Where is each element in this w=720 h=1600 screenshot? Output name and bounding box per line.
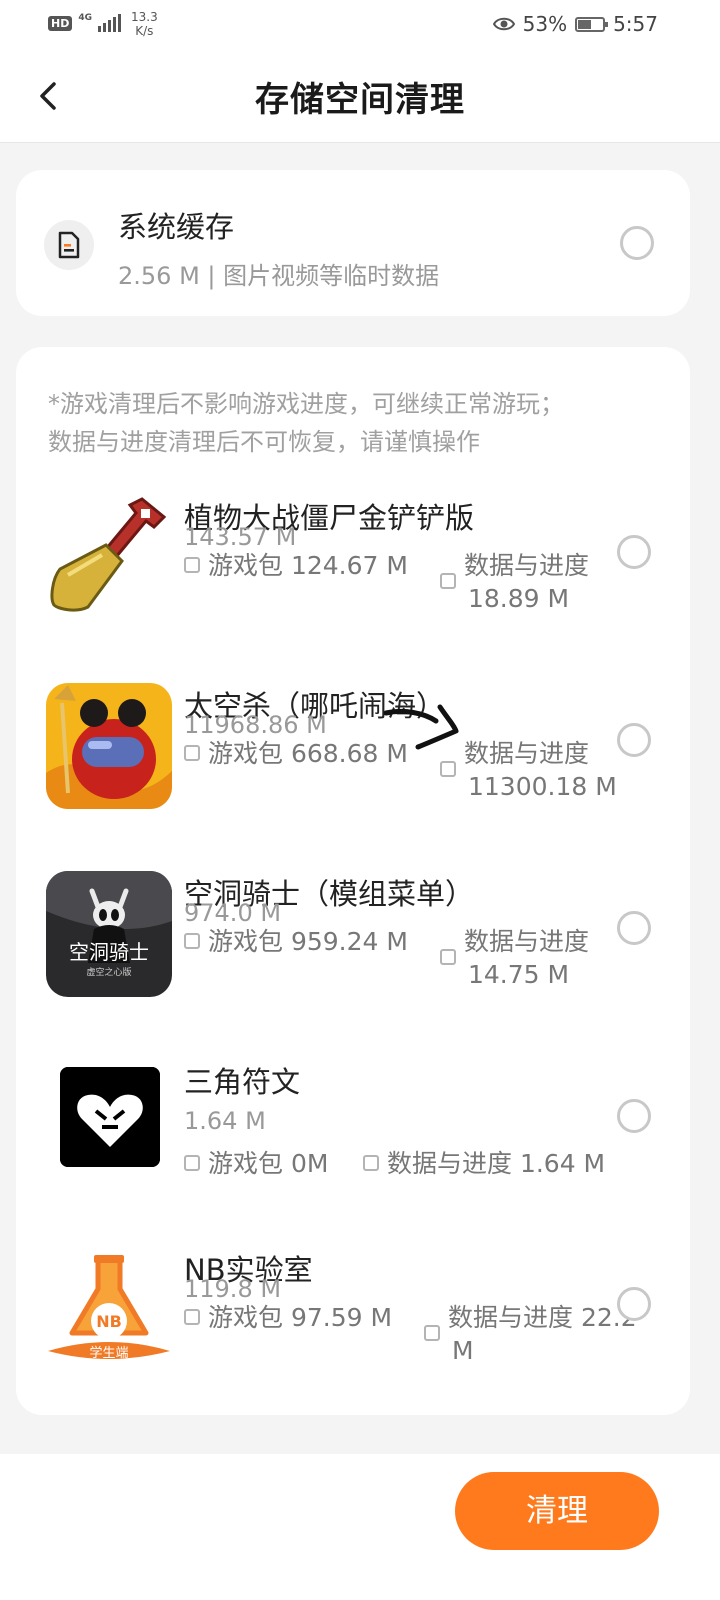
game-total-size: 11968.86 M	[184, 711, 327, 739]
data-size: 11300.18 M	[468, 772, 617, 801]
games-card: *游戏清理后不影响游戏进度，可继续正常游玩； 数据与进度清理后不可恢复，请谨慎操…	[16, 347, 690, 1415]
game-item-pvz: 植物大战僵尸金铲铲版 143.57 M 游戏包 124.67 M 数据与进度 1…	[16, 495, 690, 675]
network-speed: 13.3 K/s	[131, 10, 158, 38]
battery-percent: 53%	[522, 12, 568, 36]
hollow-knight-icon-text: 空洞骑士	[69, 940, 149, 964]
game-total-size: 974.0 M	[184, 899, 282, 927]
data-label: 数据与进度 22.2	[448, 1303, 637, 1332]
battery-icon	[575, 16, 609, 32]
package-checkbox[interactable]	[184, 1155, 200, 1171]
game-package-option[interactable]: 游戏包 0M	[184, 1147, 328, 1180]
hd-badge: HD	[48, 16, 73, 31]
data-size: 18.89 M	[468, 584, 570, 613]
game-package-option[interactable]: 游戏包 97.59 M	[184, 1301, 392, 1334]
data-label: 数据与进度	[464, 927, 590, 956]
flask-icon-text: NB	[96, 1312, 122, 1331]
notice-line-2: 数据与进度清理后不可恢复，请谨慎操作	[48, 428, 480, 456]
game-item-hollow-knight: 空洞骑士 虚空之心版 空洞骑士（模组菜单） 974.0 M 游戏包 959.24…	[16, 871, 690, 1051]
package-label: 游戏包 124.67 M	[208, 551, 408, 580]
game-package-option[interactable]: 游戏包 959.24 M	[184, 925, 408, 958]
network-type: 4G	[78, 13, 92, 23]
game-radio[interactable]	[617, 1287, 651, 1321]
status-right: 53% 5:57	[492, 12, 658, 36]
package-label: 游戏包 959.24 M	[208, 927, 408, 956]
document-icon	[44, 220, 94, 270]
game-data-option[interactable]: 数据与进度 14.75 M	[440, 925, 589, 991]
package-label: 游戏包 97.59 M	[208, 1303, 393, 1332]
data-checkbox[interactable]	[440, 573, 456, 589]
clock: 5:57	[613, 12, 658, 36]
game-data-option[interactable]: 数据与进度 11300.18 M	[440, 737, 617, 803]
page-title: 存储空间清理	[255, 80, 465, 120]
game-item-nb-lab: NB 学生端 NB实验室 119.8 M 游戏包 97.59 M 数据与进度 2…	[16, 1247, 690, 1427]
bottom-bar: 清理	[0, 1454, 720, 1600]
data-size: M	[452, 1336, 474, 1365]
game-data-option[interactable]: 数据与进度 1.64 M	[363, 1147, 605, 1180]
game-radio[interactable]	[617, 911, 651, 945]
game-name: 三角符文	[184, 1065, 301, 1099]
package-checkbox[interactable]	[184, 745, 200, 761]
flask-icon-subtext: 学生端	[89, 1345, 128, 1361]
signal-icon	[98, 14, 121, 32]
flask-icon: NB 学生端	[46, 1247, 172, 1373]
app-header: 存储空间清理	[0, 50, 720, 143]
game-radio[interactable]	[617, 535, 651, 569]
hollow-knight-icon-subtext: 虚空之心版	[86, 966, 131, 978]
system-cache-card[interactable]: 系统缓存 2.56 M | 图片视频等临时数据	[16, 170, 690, 316]
space-crewmate-icon	[46, 683, 172, 809]
cache-radio[interactable]	[620, 226, 654, 260]
pen-annotation	[384, 704, 459, 750]
package-checkbox[interactable]	[184, 933, 200, 949]
cache-subtitle: 2.56 M | 图片视频等临时数据	[118, 262, 440, 290]
package-label: 游戏包 668.68 M	[208, 739, 408, 768]
package-checkbox[interactable]	[184, 1309, 200, 1325]
status-bar: HD 4G 13.3 K/s 53% 5:57	[0, 0, 720, 50]
game-data-option[interactable]: 数据与进度 22.2 M	[424, 1301, 637, 1367]
data-checkbox[interactable]	[363, 1155, 379, 1171]
game-item-space-kill: 太空杀（哪吒闹海） 11968.86 M 游戏包 668.68 M 数据与进度 …	[16, 683, 690, 863]
clean-button[interactable]: 清理	[455, 1472, 659, 1550]
data-label: 数据与进度 1.64 M	[387, 1149, 606, 1178]
data-label: 数据与进度	[464, 551, 590, 580]
game-radio[interactable]	[617, 723, 651, 757]
game-data-option[interactable]: 数据与进度 18.89 M	[440, 549, 589, 615]
game-package-option[interactable]: 游戏包 668.68 M	[184, 737, 408, 770]
speed-value: 13.3	[131, 10, 158, 24]
game-total-size: 119.8 M	[184, 1275, 282, 1303]
data-checkbox[interactable]	[440, 949, 456, 965]
golden-shovel-icon	[46, 495, 172, 621]
game-total-size: 143.57 M	[184, 523, 297, 551]
eye-icon	[492, 17, 515, 31]
game-radio[interactable]	[617, 1099, 651, 1133]
data-size: 14.75 M	[468, 960, 570, 989]
game-item-deltarune: 三角符文 1.64 M 游戏包 0M 数据与进度 1.64 M	[16, 1059, 690, 1239]
data-checkbox[interactable]	[440, 761, 456, 777]
cleanup-notice: *游戏清理后不影响游戏进度，可继续正常游玩； 数据与进度清理后不可恢复，请谨慎操…	[48, 385, 668, 461]
game-package-option[interactable]: 游戏包 124.67 M	[184, 549, 408, 582]
status-left: HD 4G 13.3 K/s	[48, 10, 158, 38]
hollow-knight-icon: 空洞骑士 虚空之心版	[46, 871, 172, 997]
cache-title: 系统缓存	[118, 210, 235, 244]
speed-unit: K/s	[135, 24, 154, 38]
package-label: 游戏包 0M	[208, 1149, 329, 1178]
data-checkbox[interactable]	[424, 1325, 440, 1341]
data-label: 数据与进度	[464, 739, 590, 768]
notice-line-1: *游戏清理后不影响游戏进度，可继续正常游玩；	[48, 390, 564, 418]
heart-icon	[60, 1067, 160, 1167]
package-checkbox[interactable]	[184, 557, 200, 573]
game-total-size: 1.64 M	[184, 1107, 266, 1135]
